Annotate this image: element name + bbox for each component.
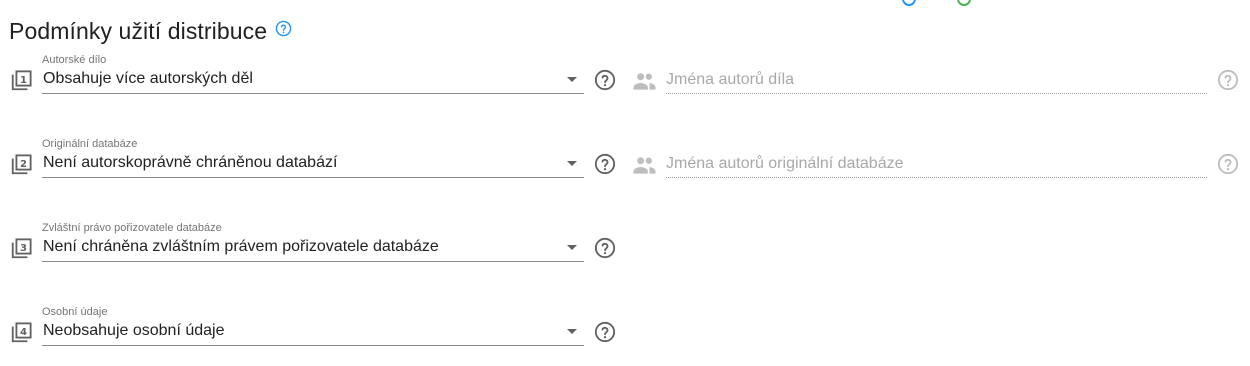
- original-database-select[interactable]: Není autorskoprávně chráněnou databází: [42, 151, 584, 178]
- people-icon: [633, 157, 656, 174]
- number-label: 2: [20, 159, 27, 170]
- number-label: 1: [20, 75, 27, 86]
- help-icon[interactable]: [1217, 69, 1239, 91]
- field-label: Originální databáze: [42, 138, 138, 150]
- field-row-author-work: 1 Autorské dílo Obsahuje více autorských…: [0, 54, 1250, 114]
- help-icon[interactable]: [594, 237, 616, 259]
- page-title: Podmínky užití distribuce: [9, 18, 268, 44]
- select-value: Není chráněna zvláštním právem pořizovat…: [43, 238, 439, 255]
- help-icon[interactable]: [594, 153, 616, 175]
- filter-1-icon: 1: [11, 70, 32, 91]
- field-label: Zvláštní právo pořizovatele databáze: [42, 222, 222, 234]
- help-icon[interactable]: [594, 321, 616, 343]
- dropdown-arrow-icon: [567, 245, 577, 250]
- number-label: 3: [20, 243, 27, 254]
- field-row-database-right: 3 Zvláštní právo pořizovatele databáze N…: [0, 222, 1250, 282]
- field-label: Osobní údaje: [42, 306, 108, 318]
- people-icon: [633, 73, 656, 90]
- field-row-original-database: 2 Originální databáze Není autorskoprávn…: [0, 138, 1250, 198]
- select-value: Obsahuje více autorských děl: [43, 70, 253, 87]
- authors-input[interactable]: [666, 67, 1207, 94]
- field-label: Autorské dílo: [42, 54, 107, 66]
- dropdown-arrow-icon: [567, 77, 577, 82]
- database-right-select[interactable]: Není chráněna zvláštním právem pořizovat…: [42, 235, 584, 262]
- help-icon[interactable]: [594, 69, 616, 91]
- filter-3-icon: 3: [11, 238, 32, 259]
- filter-4-icon: 4: [11, 322, 32, 343]
- field-row-personal-data: 4 Osobní údaje Neobsahuje osobní údaje: [0, 306, 1250, 366]
- author-work-select[interactable]: Obsahuje více autorských děl: [42, 67, 584, 94]
- help-icon[interactable]: [1217, 153, 1239, 175]
- help-circle-icon[interactable]: [275, 20, 292, 37]
- select-value: Neobsahuje osobní údaje: [43, 322, 225, 339]
- dropdown-arrow-icon: [567, 329, 577, 334]
- top-blue-indicator: [902, 0, 916, 6]
- select-value: Není autorskoprávně chráněnou databází: [43, 154, 338, 171]
- filter-2-icon: 2: [11, 154, 32, 175]
- authors-input[interactable]: [666, 151, 1207, 178]
- personal-data-select[interactable]: Neobsahuje osobní údaje: [42, 319, 584, 346]
- number-label: 4: [20, 327, 27, 338]
- top-green-indicator: [957, 0, 971, 6]
- section-header: Podmínky užití distribuce: [9, 18, 292, 45]
- dropdown-arrow-icon: [567, 161, 577, 166]
